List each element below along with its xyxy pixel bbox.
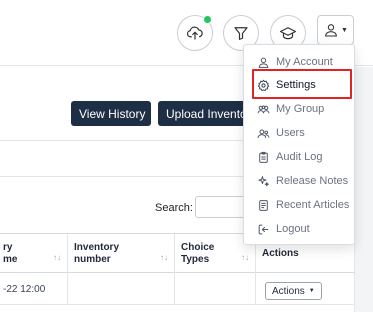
table-row: -22 12:00 Actions ▼ — [0, 273, 355, 305]
graduation-cap-icon — [279, 27, 297, 40]
menu-item-label: Users — [276, 127, 305, 139]
chevron-down-icon: ▼ — [341, 26, 348, 34]
view-history-button[interactable]: View History — [71, 101, 151, 126]
clipboard-icon — [259, 151, 268, 163]
filter-icon — [234, 27, 248, 40]
menu-item-label: Logout — [276, 223, 310, 235]
cloud-upload-icon — [186, 26, 203, 40]
menu-item-label: Release Notes — [276, 175, 349, 187]
menu-item-logout[interactable]: Logout — [244, 217, 354, 241]
menu-item-recent-articles[interactable]: Recent Articles — [244, 193, 354, 217]
logout-icon — [258, 224, 269, 234]
actions-dropdown-button[interactable]: Actions ▼ — [265, 282, 322, 300]
actions-label: Actions — [272, 285, 305, 297]
sparkle-icon — [258, 175, 269, 186]
menu-item-label: Recent Articles — [276, 199, 350, 211]
cell-choice-types — [175, 273, 256, 305]
column-header-label: Choice — [181, 242, 215, 253]
chevron-down-icon: ▼ — [308, 288, 315, 294]
column-header-label: number — [74, 254, 111, 265]
search-label: Search: — [155, 202, 193, 214]
column-header-inventory-number[interactable]: Inventory number ↑↓ — [68, 234, 175, 274]
group-icon — [257, 104, 270, 113]
settings-highlight-box — [252, 69, 352, 99]
upload-inventory-button[interactable]: Upload Inventor — [158, 101, 248, 126]
sort-icon[interactable]: ↑↓ — [53, 252, 61, 264]
menu-item-my-group[interactable]: My Group — [244, 97, 354, 121]
menu-item-users[interactable]: Users — [244, 121, 354, 145]
menu-item-audit-log[interactable]: Audit Log — [244, 145, 354, 169]
sort-icon[interactable]: ↑↓ — [241, 252, 249, 264]
user-icon — [325, 24, 337, 37]
cell-inventory-number — [68, 273, 175, 305]
cell-actions: Actions ▼ — [256, 273, 355, 305]
menu-item-release-notes[interactable]: Release Notes — [244, 169, 354, 193]
sort-icon[interactable]: ↑↓ — [160, 252, 168, 264]
upload-button[interactable] — [177, 15, 213, 51]
document-icon — [259, 199, 268, 211]
column-header-label: Inventory — [74, 242, 120, 253]
menu-item-label: My Group — [276, 103, 325, 115]
notification-dot — [203, 15, 212, 24]
menu-item-label: My Account — [276, 56, 333, 68]
users-icon — [257, 128, 270, 138]
menu-item-label: Audit Log — [276, 151, 323, 163]
user-menu-button[interactable]: ▼ — [317, 15, 354, 45]
user-icon — [258, 57, 269, 68]
column-header-date[interactable]: ry me ↑↓ — [0, 234, 68, 274]
column-header-label: Types — [181, 254, 210, 265]
cell-date: -22 12:00 — [0, 273, 68, 305]
